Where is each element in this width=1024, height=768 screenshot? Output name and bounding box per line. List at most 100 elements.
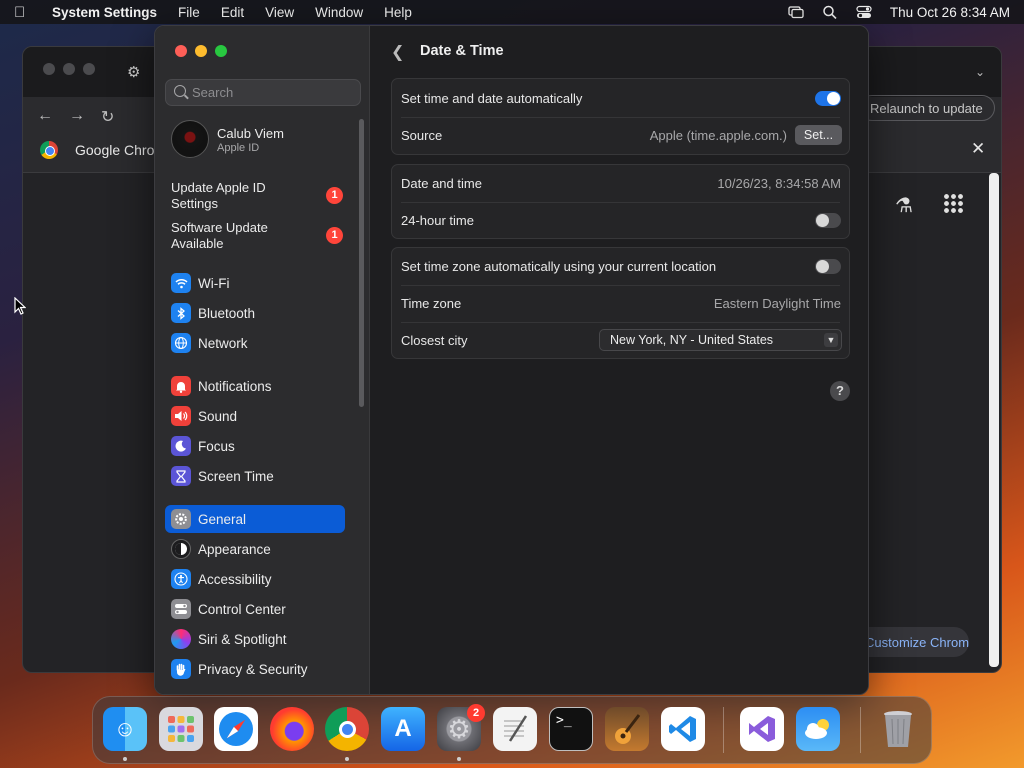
running-indicator — [123, 757, 127, 761]
safari-compass-icon — [214, 707, 258, 751]
source-value: Apple (time.apple.com.) — [649, 128, 787, 143]
hour24-toggle[interactable] — [815, 213, 841, 228]
control-center-icon[interactable] — [856, 5, 872, 19]
hourglass-icon — [171, 466, 191, 486]
update-apple-id-notice[interactable]: Update Apple ID Settings 1 — [171, 180, 356, 212]
accessibility-icon — [171, 569, 191, 589]
spotlight-search-icon[interactable] — [822, 5, 838, 19]
search-icon — [174, 85, 186, 97]
dock-finder[interactable]: ☺ — [103, 707, 147, 751]
speaker-icon — [171, 406, 191, 426]
menu-view[interactable]: View — [265, 5, 294, 20]
dock-vscode[interactable] — [661, 707, 705, 751]
dock-chrome[interactable] — [325, 707, 369, 751]
dock-textedit[interactable] — [493, 707, 537, 751]
dock-terminal[interactable]: >_ — [549, 707, 593, 751]
system-settings-window: Search Calub Viem Apple ID Update Apple … — [154, 25, 869, 695]
menu-edit[interactable]: Edit — [221, 5, 244, 20]
sidebar-item-wifi[interactable]: Wi-Fi — [165, 269, 345, 297]
dock-trash[interactable] — [876, 707, 920, 751]
reload-icon[interactable]: ↻ — [101, 107, 114, 127]
close-icon[interactable]: ✕ — [971, 139, 985, 159]
sidebar-item-label: Notifications — [198, 378, 272, 394]
textedit-icon — [493, 707, 537, 751]
dock-firefox[interactable] — [270, 707, 314, 751]
dock-launchpad[interactable] — [159, 707, 203, 751]
time-zone-row: Time zone Eastern Daylight Time — [392, 285, 851, 322]
globe-icon — [171, 333, 191, 353]
zoom-window-button[interactable] — [215, 45, 227, 57]
apple-id-account[interactable]: Calub Viem Apple ID — [171, 120, 356, 160]
app-store-icon: A — [394, 715, 412, 742]
sidebar-item-label: Privacy & Security — [198, 661, 308, 677]
closest-city-select[interactable]: New York, NY - United States ▼ — [599, 329, 842, 351]
sidebar-item-label: Appearance — [198, 541, 271, 557]
mouse-cursor-icon — [14, 297, 26, 315]
sidebar-item-appearance[interactable]: Appearance — [165, 535, 345, 563]
trash-icon — [876, 707, 920, 751]
sidebar-item-label: Bluetooth — [198, 305, 256, 321]
menu-help[interactable]: Help — [384, 5, 412, 20]
set-source-button[interactable]: Set... — [795, 125, 842, 145]
dock-weather[interactable] — [796, 707, 840, 751]
auto-time-group: Set time and date automatically Source A… — [391, 78, 850, 155]
menu-app-name[interactable]: System Settings — [52, 5, 157, 20]
dock-separator — [723, 707, 724, 753]
apps-grid-icon[interactable] — [943, 193, 963, 213]
hand-icon — [171, 659, 191, 679]
appearance-icon — [171, 539, 191, 559]
notice-label: Update Apple ID Settings — [171, 180, 266, 211]
dock-app-store[interactable]: A — [381, 707, 425, 751]
account-subtitle: Apple ID — [217, 142, 260, 154]
sidebar-item-general[interactable]: General — [165, 505, 345, 533]
sidebar-item-network[interactable]: Network — [165, 329, 345, 357]
menu-file[interactable]: File — [178, 5, 200, 20]
search-input[interactable]: Search — [165, 79, 361, 106]
source-row: Source Apple (time.apple.com.) Set... — [392, 117, 851, 154]
notification-badge: 1 — [326, 187, 343, 204]
menu-clock[interactable]: Thu Oct 26 8:34 AM — [890, 5, 1010, 20]
sidebar-item-accessibility[interactable]: Accessibility — [165, 565, 345, 593]
auto-time-row: Set time and date automatically — [392, 80, 851, 117]
back-chevron-icon[interactable]: ❮ — [391, 42, 404, 62]
apple-menu-icon[interactable]:  — [14, 4, 40, 21]
help-button[interactable]: ? — [830, 381, 850, 401]
sidebar-item-privacy-security[interactable]: Privacy & Security — [165, 655, 345, 683]
dock-safari[interactable] — [214, 707, 258, 751]
chrome-traffic-lights[interactable] — [43, 63, 95, 75]
sidebar-item-label: Sound — [198, 408, 238, 424]
sidebar-item-sound[interactable]: Sound — [165, 402, 345, 430]
dock-visual-studio[interactable] — [740, 707, 784, 751]
chevron-down-icon[interactable]: ⌄ — [975, 65, 985, 79]
sidebar-scrollbar[interactable] — [359, 119, 364, 407]
screen-mirroring-icon[interactable] — [788, 5, 804, 19]
chrome-scrollbar[interactable] — [989, 173, 999, 667]
sidebar-item-label: General — [198, 511, 247, 527]
back-arrow-icon[interactable]: ← — [37, 107, 53, 125]
dock-system-settings[interactable]: ⚙ 2 — [437, 704, 485, 751]
auto-tz-toggle[interactable] — [815, 259, 841, 274]
relaunch-button[interactable]: Relaunch to update — [859, 95, 995, 121]
sidebar-item-bluetooth[interactable]: Bluetooth — [165, 299, 345, 327]
closest-city-row: Closest city New York, NY - United State… — [392, 322, 851, 359]
vscode-icon — [661, 707, 705, 751]
software-update-notice[interactable]: Software Update Available 1 — [171, 220, 356, 252]
sidebar-item-label: Control Center — [198, 601, 286, 617]
terminal-icon: >_ — [556, 713, 572, 728]
sidebar-item-siri-spotlight[interactable]: Siri & Spotlight — [165, 625, 345, 653]
minimize-window-button[interactable] — [195, 45, 207, 57]
time-zone-group: Set time zone automatically using your c… — [391, 247, 850, 359]
settings-tab-gear-icon[interactable]: ⚙ — [127, 63, 140, 81]
sidebar-item-focus[interactable]: Focus — [165, 432, 345, 460]
dock-garageband[interactable] — [605, 707, 649, 751]
labs-flask-icon[interactable]: ⚗ — [895, 193, 913, 218]
date-time-row: Date and time 10/26/23, 8:34:58 AM — [392, 165, 851, 202]
sidebar-item-control-center[interactable]: Control Center — [165, 595, 345, 623]
close-window-button[interactable] — [175, 45, 187, 57]
forward-arrow-icon[interactable]: → — [69, 107, 85, 125]
sidebar-item-notifications[interactable]: Notifications — [165, 372, 345, 400]
chevron-down-icon: ▼ — [824, 333, 838, 347]
auto-time-toggle[interactable] — [815, 91, 841, 106]
sidebar-item-screen-time[interactable]: Screen Time — [165, 462, 345, 490]
menu-window[interactable]: Window — [315, 5, 363, 20]
